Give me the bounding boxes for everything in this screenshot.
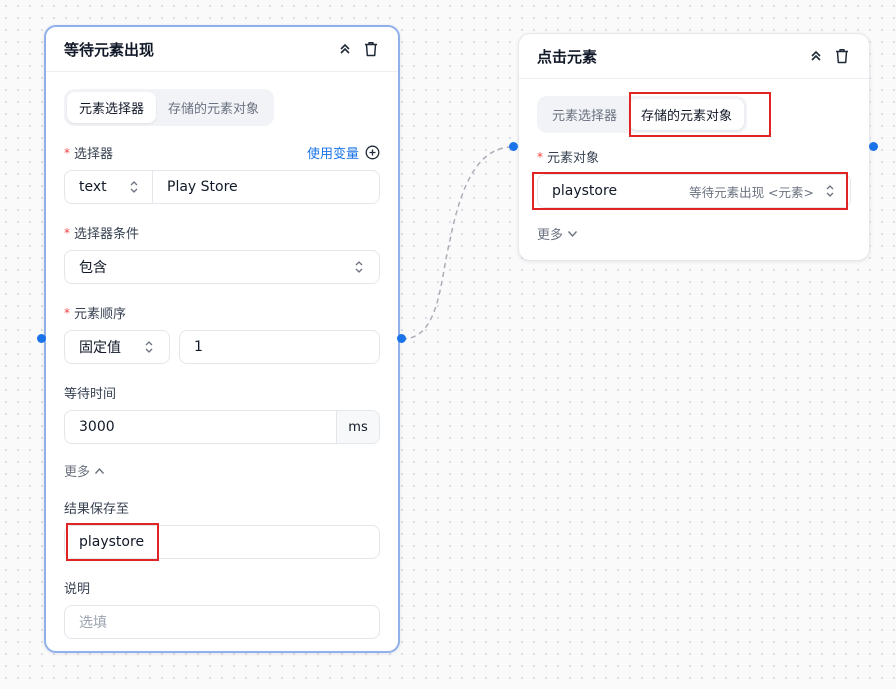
- mode-tabs: 元素选择器 存储的元素对象: [537, 92, 771, 137]
- use-variable-link[interactable]: 使用变量: [307, 143, 359, 162]
- click-element-node[interactable]: 点击元素 元素选择器 存储的元素对象 * 元素对象 playstore 等待元素出…: [518, 33, 870, 261]
- wait-time-field: 3000 ms: [64, 410, 380, 444]
- output-port[interactable]: [869, 142, 878, 151]
- node-header: 点击元素: [519, 34, 869, 79]
- selector-type-value: text: [79, 179, 107, 195]
- wait-element-node[interactable]: 等待元素出现 元素选择器 存储的元素对象 * 选择器 使用变量 text Pla…: [44, 25, 400, 653]
- selector-input[interactable]: Play Store: [153, 179, 238, 195]
- selector-field: text Play Store: [64, 170, 380, 204]
- save-result-label: 结果保存至: [64, 502, 130, 517]
- tab-element-selector[interactable]: 元素选择器: [540, 99, 629, 130]
- delete-icon[interactable]: [833, 47, 851, 65]
- node-header: 等待元素出现: [46, 27, 398, 72]
- more-label: 更多: [537, 228, 564, 243]
- node-title: 点击元素: [537, 47, 598, 66]
- selector-label: 选择器: [74, 147, 114, 162]
- element-object-select[interactable]: playstore 等待元素出现 <元素>: [532, 172, 851, 210]
- mode-tabs: 元素选择器 存储的元素对象: [64, 89, 275, 126]
- input-port[interactable]: [37, 334, 46, 343]
- tab-element-selector[interactable]: 元素选择器: [67, 92, 157, 123]
- chevron-down-icon: [567, 230, 578, 237]
- highlight-box: [66, 523, 159, 561]
- chevron-updown-icon: [130, 181, 138, 193]
- save-result-input[interactable]: playstore: [64, 523, 380, 561]
- element-order-label: 元素顺序: [74, 307, 127, 322]
- more-toggle[interactable]: 更多: [537, 224, 851, 243]
- input-port[interactable]: [509, 142, 518, 151]
- more-label: 更多: [64, 465, 91, 480]
- description-placeholder: 选填: [79, 615, 107, 631]
- element-object-label: 元素对象: [547, 151, 600, 166]
- highlight-box: [532, 172, 848, 210]
- wait-time-label: 等待时间: [64, 387, 117, 402]
- description-input[interactable]: 选填: [64, 605, 380, 639]
- more-toggle[interactable]: 更多: [64, 461, 380, 480]
- highlight-box: [629, 92, 771, 137]
- selector-condition-value: 包含: [79, 260, 107, 276]
- chevron-up-icon: [94, 467, 105, 474]
- element-order-value: 1: [194, 339, 203, 355]
- element-order-mode-select[interactable]: 固定值: [64, 330, 170, 364]
- wait-time-unit: ms: [336, 411, 379, 443]
- chevron-updown-icon: [145, 341, 153, 353]
- delete-icon[interactable]: [362, 40, 380, 58]
- selector-condition-label: 选择器条件: [74, 227, 140, 242]
- wait-time-input[interactable]: 3000: [65, 419, 336, 435]
- collapse-icon[interactable]: [807, 47, 825, 65]
- selector-type-select[interactable]: text: [65, 171, 153, 203]
- collapse-icon[interactable]: [336, 40, 354, 58]
- node-title: 等待元素出现: [64, 40, 155, 59]
- element-order-mode-value: 固定值: [79, 340, 121, 356]
- selector-condition-select[interactable]: 包含: [64, 250, 380, 284]
- chevron-updown-icon: [355, 261, 363, 273]
- description-label: 说明: [64, 582, 91, 597]
- tab-stored-element[interactable]: 存储的元素对象: [156, 92, 271, 123]
- output-port[interactable]: [397, 334, 406, 343]
- element-order-input[interactable]: 1: [179, 330, 380, 364]
- add-circle-icon[interactable]: [365, 145, 380, 160]
